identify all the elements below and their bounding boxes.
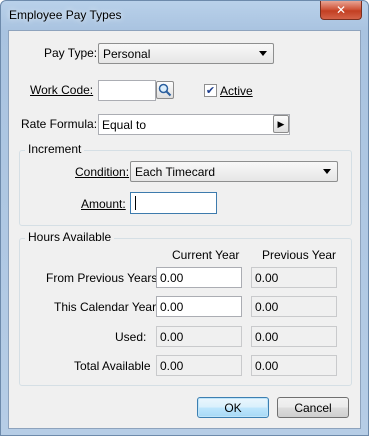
used-previous-field: 0.00: [251, 326, 337, 347]
from-previous-years-label: From Previous Years:: [46, 271, 161, 285]
pay-type-label: Pay Type:: [44, 46, 98, 60]
arrow-right-icon: ▶: [277, 119, 285, 129]
work-code-label: Work Code:: [30, 83, 94, 97]
total-available-label: Total Available: [74, 359, 151, 373]
rate-formula-label: Rate Formula:: [21, 117, 98, 131]
dialog-window: Employee Pay Types ✕ Pay Type: Personal …: [0, 0, 369, 436]
title-bar[interactable]: Employee Pay Types ✕: [1, 1, 368, 31]
total-available-previous-field: 0.00: [251, 355, 337, 376]
pay-type-value: Personal: [103, 47, 151, 61]
checkmark-icon: ✔: [205, 84, 216, 97]
hours-available-group-title: Hours Available: [25, 230, 115, 244]
amount-label: Amount:: [81, 197, 126, 211]
condition-label: Condition:: [75, 165, 130, 179]
window-title: Employee Pay Types: [9, 8, 122, 22]
used-label: Used:: [115, 330, 147, 344]
ok-button-label: OK: [224, 400, 242, 415]
magnifier-icon: [158, 83, 172, 97]
ok-button[interactable]: OK: [197, 397, 269, 418]
cancel-button-label: Cancel: [294, 400, 332, 415]
close-button[interactable]: ✕: [320, 1, 362, 20]
used-current-field: 0.00: [156, 326, 242, 347]
this-calendar-previous-field: 0.00: [251, 296, 337, 317]
amount-field[interactable]: [130, 192, 217, 214]
this-calendar-current-field[interactable]: 0.00: [156, 296, 242, 317]
chevron-down-icon: [259, 51, 267, 56]
increment-group-title: Increment: [25, 142, 85, 156]
text-cursor: [135, 196, 136, 210]
rate-formula-field[interactable]: Equal to: [98, 114, 290, 135]
active-label: Active: [220, 84, 253, 98]
cancel-button[interactable]: Cancel: [277, 397, 349, 418]
total-available-current-field: 0.00: [156, 355, 242, 376]
previous-year-header: Previous Year: [262, 248, 337, 262]
work-code-lookup-button[interactable]: [156, 81, 174, 99]
chevron-down-icon: [323, 169, 331, 174]
dialog-body: Pay Type: Personal Work Code: ✔ Active R…: [8, 30, 361, 429]
from-previous-previous-field: 0.00: [251, 267, 337, 288]
this-calendar-year-label: This Calendar Year:: [54, 300, 160, 314]
current-year-header: Current Year: [172, 248, 240, 262]
work-code-field[interactable]: [98, 80, 156, 101]
condition-value: Each Timecard: [135, 165, 216, 179]
active-checkbox[interactable]: ✔: [204, 84, 217, 97]
condition-dropdown[interactable]: Each Timecard: [130, 161, 338, 182]
rate-formula-button[interactable]: ▶: [273, 115, 289, 133]
from-previous-current-field[interactable]: 0.00: [156, 267, 242, 288]
close-icon: ✕: [335, 3, 347, 17]
pay-type-dropdown[interactable]: Personal: [98, 43, 274, 64]
